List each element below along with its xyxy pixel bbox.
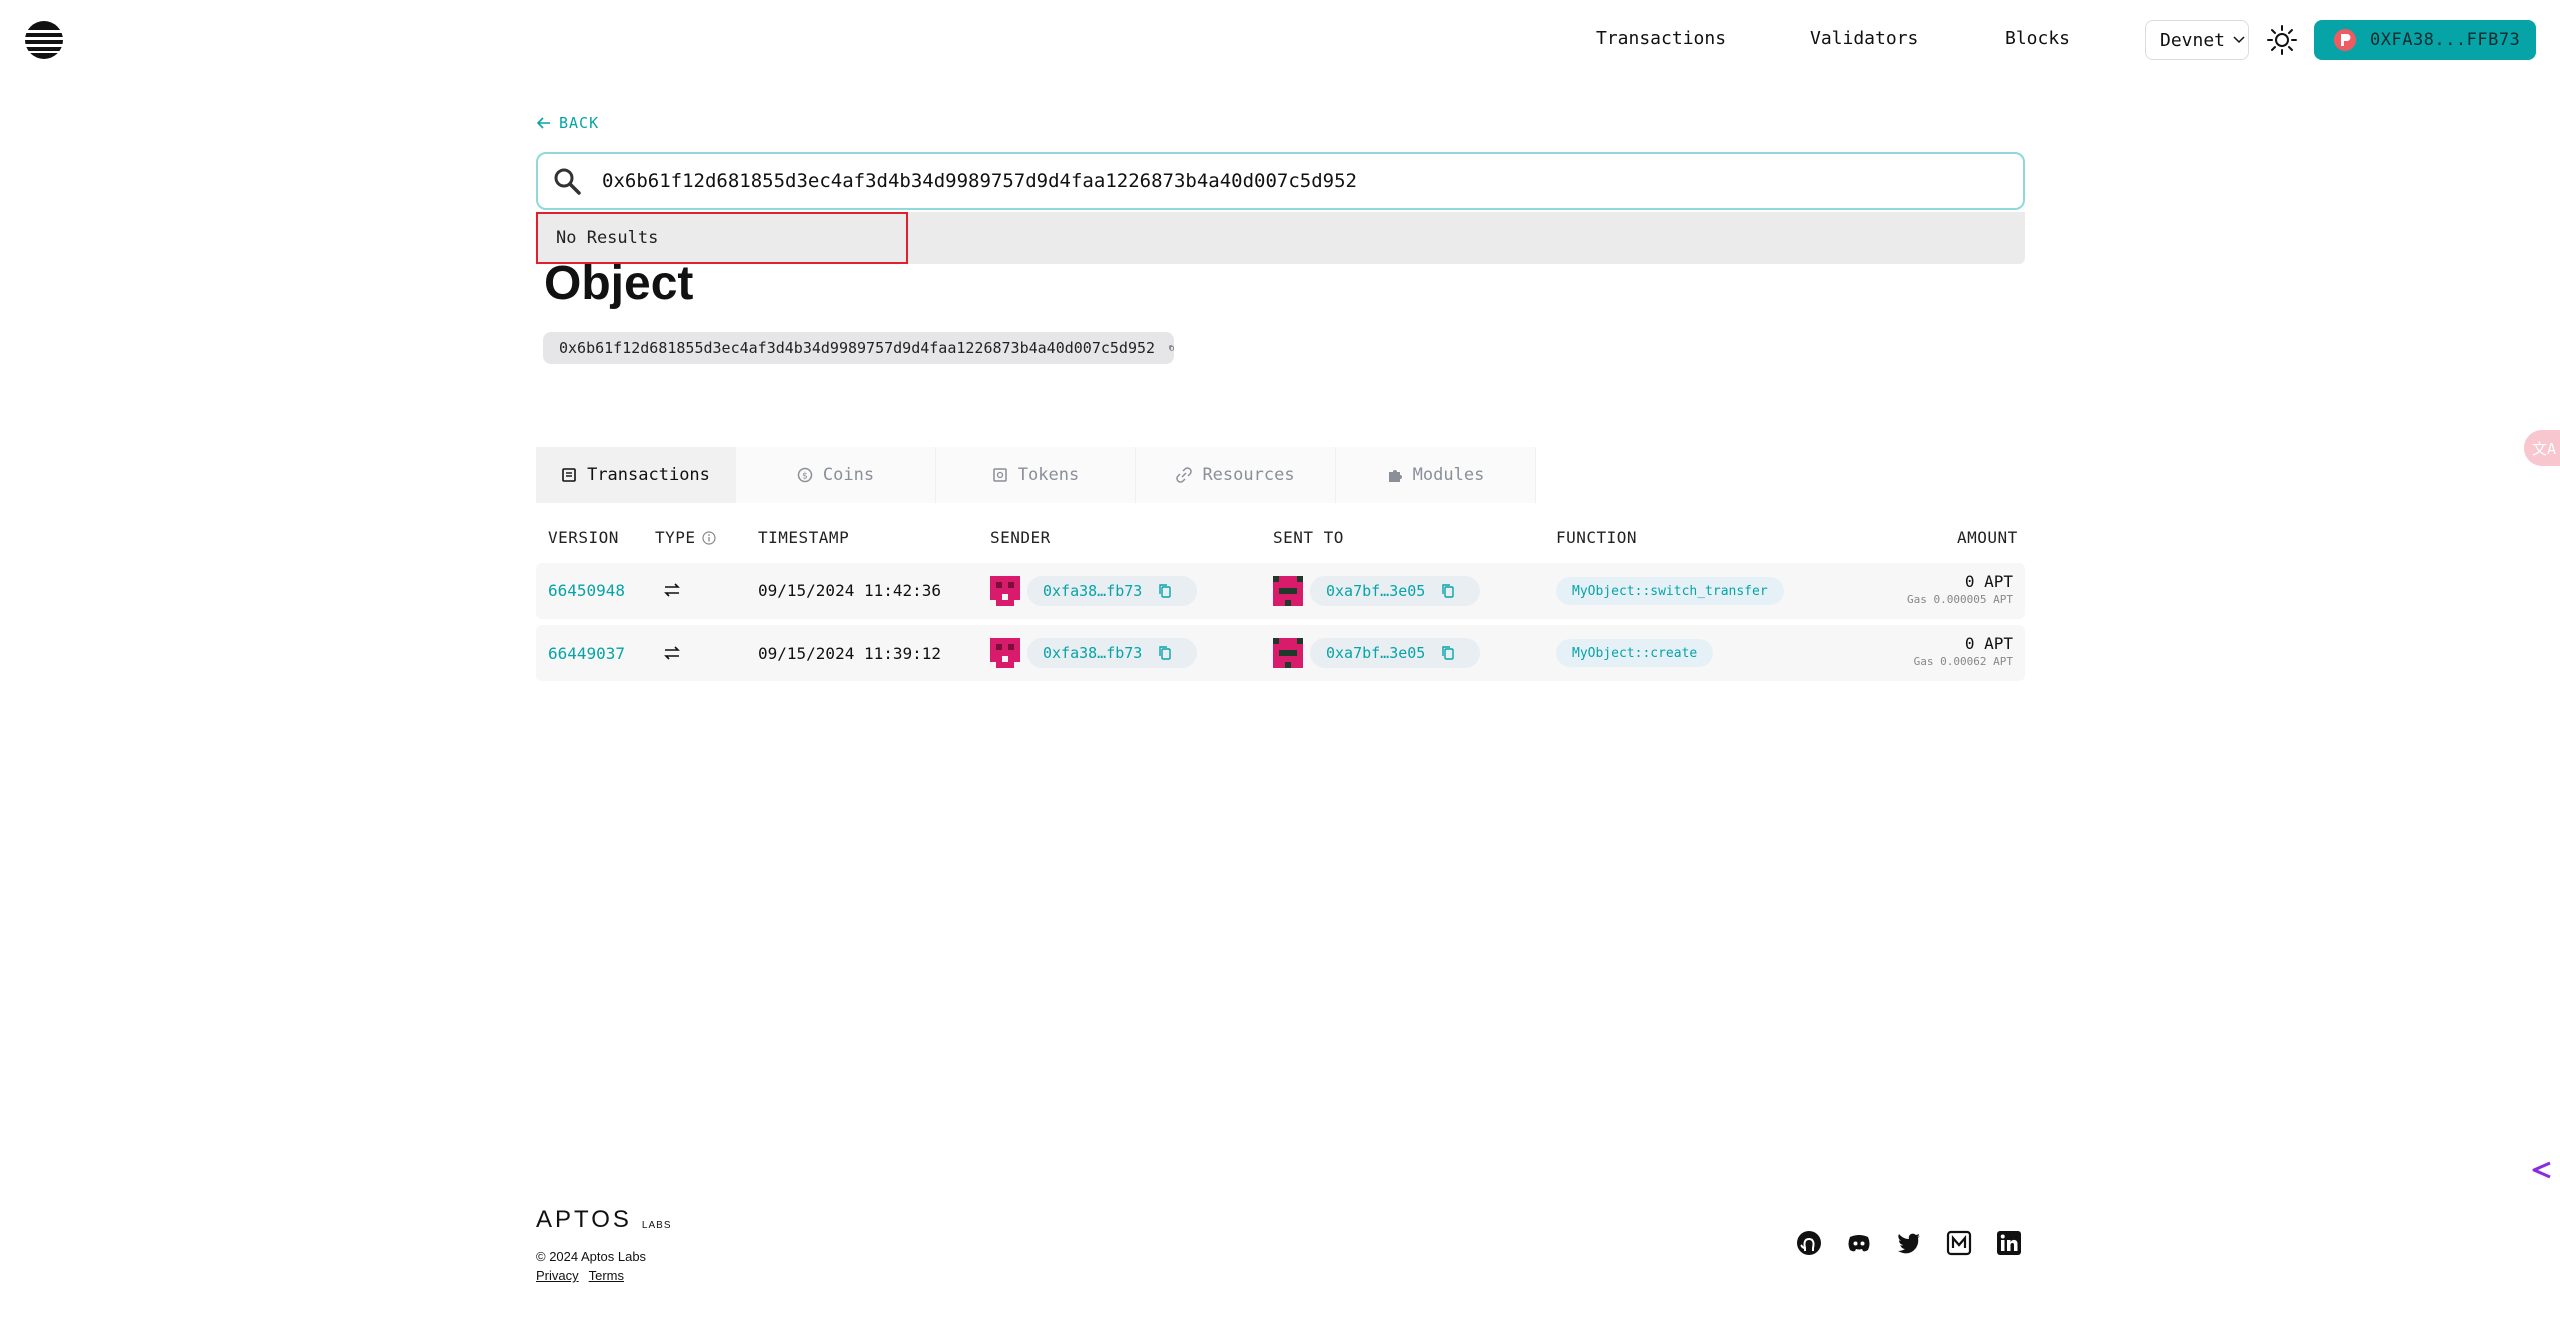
- tab-label: Tokens: [1017, 465, 1080, 485]
- sender-avatar: [990, 576, 1020, 606]
- gas-fee: Gas 0.000005 APT: [1907, 593, 2013, 606]
- linkedin-icon[interactable]: [1996, 1230, 2022, 1256]
- search-input[interactable]: [602, 170, 1902, 192]
- copy-icon[interactable]: [1169, 339, 1174, 357]
- tab-tokens[interactable]: Tokens: [936, 447, 1136, 503]
- tab-transactions[interactable]: Transactions: [536, 447, 736, 503]
- transfer-icon: [664, 583, 680, 597]
- tab-resources[interactable]: Resources: [1136, 447, 1336, 503]
- network-select[interactable]: Devnet: [2145, 20, 2249, 60]
- col-amount: AMOUNT: [1957, 528, 2018, 547]
- nav-blocks[interactable]: Blocks: [2005, 28, 2070, 49]
- aptos-logo-icon[interactable]: [24, 20, 64, 60]
- medium-icon[interactable]: [1946, 1230, 1972, 1256]
- amount-cell: 0 APT Gas 0.000005 APT: [1907, 572, 2013, 606]
- wallet-address: 0XFA38...FFB73: [2370, 30, 2521, 50]
- col-type-label: TYPE: [655, 528, 696, 547]
- timestamp: 09/15/2024 11:39:12: [758, 644, 942, 663]
- sender-address: 0xfa38…fb73: [1043, 644, 1143, 662]
- puzzle-icon: [1388, 470, 1402, 482]
- nav-validators[interactable]: Validators: [1810, 28, 1918, 49]
- recipient-avatar: [1273, 576, 1303, 606]
- sender-address-pill[interactable]: 0xfa38…fb73: [1027, 638, 1197, 668]
- footer-links: Privacy Terms: [536, 1268, 624, 1283]
- page-title: Object: [544, 257, 694, 310]
- tab-label: Resources: [1202, 465, 1295, 485]
- version-link[interactable]: 66449037: [548, 644, 625, 663]
- copy-icon[interactable]: [1158, 645, 1172, 661]
- translate-icon: 文A: [2532, 439, 2557, 458]
- timestamp: 09/15/2024 11:42:36: [758, 581, 942, 600]
- copy-icon[interactable]: [1441, 645, 1455, 661]
- github-icon[interactable]: [1796, 1230, 1822, 1256]
- object-address-chip[interactable]: 0x6b61f12d681855d3ec4af3d4b34d9989757d9d…: [543, 332, 1174, 364]
- recipient-address: 0xa7bf…3e05: [1326, 644, 1426, 662]
- terms-link[interactable]: Terms: [589, 1268, 624, 1283]
- svg-text:$: $: [802, 472, 808, 482]
- footer-logo[interactable]: APTOS LABS: [536, 1206, 672, 1234]
- recipient-address-pill[interactable]: 0xa7bf…3e05: [1310, 638, 1480, 668]
- privacy-link[interactable]: Privacy: [536, 1268, 579, 1283]
- gas-fee: Gas 0.00062 APT: [1913, 655, 2013, 668]
- function-pill[interactable]: MyObject::switch_transfer: [1556, 577, 1784, 605]
- recipient-avatar: [1273, 638, 1303, 668]
- token-icon: [993, 468, 1007, 482]
- coin-icon: $: [797, 467, 813, 483]
- table-row[interactable]: 66449037 09/15/2024 11:39:12 0xfa38…fb73…: [536, 625, 2025, 681]
- function-pill[interactable]: MyObject::create: [1556, 639, 1714, 667]
- recipient-address-pill[interactable]: 0xa7bf…3e05: [1310, 576, 1480, 606]
- translate-widget[interactable]: 文A: [2524, 430, 2560, 466]
- recipient-address: 0xa7bf…3e05: [1326, 582, 1426, 600]
- amount-cell: 0 APT Gas 0.00062 APT: [1914, 634, 2013, 668]
- chevron-down-icon: [2233, 36, 2245, 44]
- copy-icon[interactable]: [1441, 583, 1455, 599]
- amount: 0 APT: [1964, 572, 2013, 591]
- arrow-widget-icon[interactable]: [2528, 1160, 2552, 1180]
- col-type: TYPE: [655, 528, 716, 547]
- col-timestamp: TIMESTAMP: [758, 528, 850, 547]
- discord-icon[interactable]: [1846, 1230, 1872, 1256]
- back-link[interactable]: BACK: [537, 114, 599, 132]
- search-box[interactable]: [536, 152, 2025, 210]
- tab-modules[interactable]: Modules: [1336, 447, 1536, 503]
- tab-label: Coins: [822, 465, 875, 485]
- sender-address: 0xfa38…fb73: [1043, 582, 1143, 600]
- arrow-left-icon: [537, 117, 550, 129]
- sender-avatar: [990, 638, 1020, 668]
- copy-icon[interactable]: [1158, 583, 1172, 599]
- tab-label: Transactions: [587, 465, 710, 485]
- sender-address-pill[interactable]: 0xfa38…fb73: [1027, 576, 1197, 606]
- object-address: 0x6b61f12d681855d3ec4af3d4b34d9989757d9d…: [559, 339, 1156, 357]
- network-label: Devnet: [2160, 29, 2226, 51]
- search-icon: [554, 168, 581, 195]
- info-icon[interactable]: [701, 530, 716, 545]
- footer-labs: LABS: [641, 1220, 672, 1231]
- wallet-button[interactable]: 0XFA38...FFB73: [2314, 20, 2536, 60]
- link-icon: [1176, 467, 1193, 483]
- col-function: FUNCTION: [1556, 528, 1638, 547]
- transfer-icon: [664, 646, 680, 660]
- tab-bar: Transactions $ Coins Tokens Resources Mo…: [536, 447, 1536, 503]
- version-link[interactable]: 66450948: [548, 581, 625, 600]
- col-sender: SENDER: [990, 528, 1051, 547]
- receipt-icon: [562, 468, 576, 482]
- amount: 0 APT: [1964, 634, 2013, 653]
- col-sent-to: SENT TO: [1273, 528, 1344, 547]
- back-label: BACK: [559, 114, 600, 132]
- tab-label: Modules: [1412, 465, 1485, 485]
- twitter-icon[interactable]: [1896, 1230, 1922, 1256]
- tab-coins[interactable]: $ Coins: [736, 447, 936, 503]
- petra-icon: [2334, 29, 2356, 51]
- nav-transactions[interactable]: Transactions: [1596, 28, 1726, 49]
- footer-brand: APTOS: [536, 1206, 632, 1233]
- copyright: © 2024 Aptos Labs: [536, 1249, 647, 1264]
- sun-icon[interactable]: [2266, 24, 2298, 56]
- table-row[interactable]: 66450948 09/15/2024 11:42:36 0xfa38…fb73…: [536, 563, 2025, 619]
- col-version: VERSION: [548, 528, 619, 547]
